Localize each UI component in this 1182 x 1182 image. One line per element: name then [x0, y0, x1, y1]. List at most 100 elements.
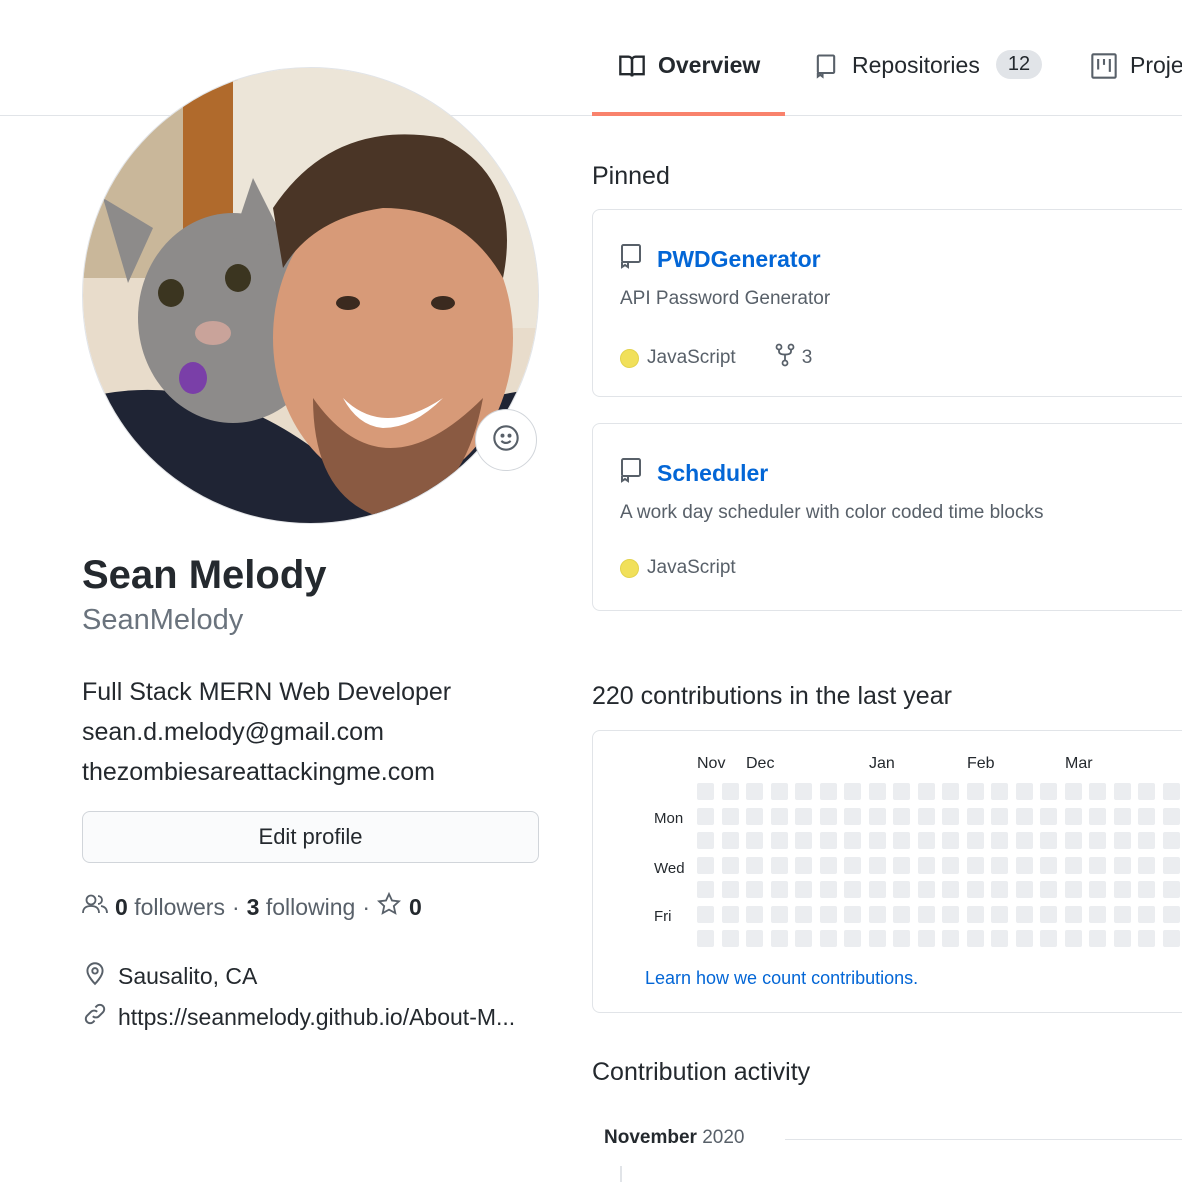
contribution-day-cell[interactable]: [1162, 783, 1180, 800]
contribution-day-cell[interactable]: [1064, 930, 1082, 947]
contribution-day-cell[interactable]: [991, 783, 1008, 800]
pinned-repo-link[interactable]: PWDGenerator: [619, 242, 821, 276]
contribution-day-cell[interactable]: [893, 832, 910, 849]
contribution-day-cell[interactable]: [721, 856, 739, 874]
contribution-day-cell[interactable]: [1064, 881, 1082, 898]
contribution-day-cell[interactable]: [1138, 856, 1155, 874]
contribution-day-cell[interactable]: [1089, 930, 1106, 947]
contribution-day-cell[interactable]: [844, 783, 861, 800]
contribution-day-cell[interactable]: [697, 832, 714, 849]
contribution-day-cell[interactable]: [844, 881, 861, 898]
contribution-day-cell[interactable]: [1040, 807, 1057, 825]
stars-link[interactable]: 0: [376, 891, 422, 922]
contribution-day-cell[interactable]: [844, 905, 861, 923]
contribution-day-cell[interactable]: [1113, 783, 1131, 800]
contribution-day-cell[interactable]: [868, 783, 886, 800]
contribution-day-cell[interactable]: [819, 832, 837, 849]
contribution-day-cell[interactable]: [1015, 832, 1033, 849]
contribution-day-cell[interactable]: [966, 905, 984, 923]
contribution-day-cell[interactable]: [770, 881, 788, 898]
tab-repositories[interactable]: Repositories 12: [812, 50, 1043, 116]
contribution-day-cell[interactable]: [868, 905, 886, 923]
contribution-day-cell[interactable]: [893, 905, 910, 923]
contribution-day-cell[interactable]: [746, 856, 763, 874]
contribution-day-cell[interactable]: [844, 832, 861, 849]
contribution-day-cell[interactable]: [1113, 905, 1131, 923]
contribution-day-cell[interactable]: [819, 783, 837, 800]
contribution-day-cell[interactable]: [917, 881, 935, 898]
contribution-day-cell[interactable]: [991, 905, 1008, 923]
contribution-day-cell[interactable]: [966, 881, 984, 898]
contribution-day-cell[interactable]: [746, 905, 763, 923]
contribution-day-cell[interactable]: [1089, 905, 1106, 923]
contribution-day-cell[interactable]: [746, 807, 763, 825]
contribution-day-cell[interactable]: [721, 807, 739, 825]
contribution-day-cell[interactable]: [868, 807, 886, 825]
following-link[interactable]: 3 following: [247, 894, 356, 921]
contribution-day-cell[interactable]: [966, 832, 984, 849]
contribution-day-cell[interactable]: [1015, 856, 1033, 874]
contribution-day-cell[interactable]: [697, 881, 714, 898]
contribution-day-cell[interactable]: [795, 783, 812, 800]
contribution-day-cell[interactable]: [819, 930, 837, 947]
contribution-day-cell[interactable]: [893, 881, 910, 898]
contribution-day-cell[interactable]: [1138, 807, 1155, 825]
contribution-day-cell[interactable]: [1089, 783, 1106, 800]
contribution-day-cell[interactable]: [1162, 881, 1180, 898]
contribution-day-cell[interactable]: [721, 905, 739, 923]
contribution-day-cell[interactable]: [1138, 832, 1155, 849]
contribution-day-cell[interactable]: [795, 881, 812, 898]
contribution-day-cell[interactable]: [917, 783, 935, 800]
contribution-day-cell[interactable]: [721, 881, 739, 898]
contribution-day-cell[interactable]: [942, 807, 959, 825]
contribution-day-cell[interactable]: [1138, 930, 1155, 947]
contribution-day-cell[interactable]: [1113, 807, 1131, 825]
contribution-day-cell[interactable]: [746, 783, 763, 800]
contribution-day-cell[interactable]: [942, 905, 959, 923]
contribution-day-cell[interactable]: [1040, 905, 1057, 923]
website-link[interactable]: https://seanmelody.github.io/About-M...: [118, 1004, 515, 1031]
pinned-repo-link[interactable]: Scheduler: [619, 456, 768, 490]
contribution-day-cell[interactable]: [1064, 856, 1082, 874]
contribution-day-cell[interactable]: [1015, 783, 1033, 800]
contribution-day-cell[interactable]: [966, 930, 984, 947]
set-status-button[interactable]: [475, 409, 537, 471]
contribution-day-cell[interactable]: [1162, 905, 1180, 923]
contribution-day-cell[interactable]: [1089, 856, 1106, 874]
contribution-day-cell[interactable]: [819, 881, 837, 898]
contribution-day-cell[interactable]: [917, 930, 935, 947]
contribution-day-cell[interactable]: [746, 832, 763, 849]
contribution-day-cell[interactable]: [1162, 807, 1180, 825]
contribution-day-cell[interactable]: [1064, 783, 1082, 800]
contribution-day-cell[interactable]: [991, 930, 1008, 947]
contribution-day-cell[interactable]: [1015, 930, 1033, 947]
contribution-day-cell[interactable]: [1138, 881, 1155, 898]
contribution-day-cell[interactable]: [770, 783, 788, 800]
tab-overview[interactable]: Overview: [618, 52, 760, 116]
contribution-day-cell[interactable]: [991, 881, 1008, 898]
contribution-day-cell[interactable]: [942, 881, 959, 898]
contribution-day-cell[interactable]: [746, 881, 763, 898]
contribution-day-cell[interactable]: [697, 905, 714, 923]
contribution-day-cell[interactable]: [893, 783, 910, 800]
contribution-day-cell[interactable]: [844, 807, 861, 825]
contribution-day-cell[interactable]: [746, 930, 763, 947]
contribution-day-cell[interactable]: [1162, 930, 1180, 947]
contribution-day-cell[interactable]: [770, 832, 788, 849]
contribution-day-cell[interactable]: [1040, 881, 1057, 898]
contribution-day-cell[interactable]: [795, 930, 812, 947]
contribution-day-cell[interactable]: [1015, 881, 1033, 898]
contribution-day-cell[interactable]: [697, 856, 714, 874]
contribution-day-cell[interactable]: [1162, 856, 1180, 874]
contribution-day-cell[interactable]: [1113, 930, 1131, 947]
forks-link[interactable]: 3: [774, 343, 812, 373]
contribution-day-cell[interactable]: [893, 807, 910, 825]
contribution-day-cell[interactable]: [1064, 832, 1082, 849]
contribution-day-cell[interactable]: [795, 807, 812, 825]
contribution-day-cell[interactable]: [991, 807, 1008, 825]
contribution-day-cell[interactable]: [1113, 856, 1131, 874]
contribution-day-cell[interactable]: [991, 832, 1008, 849]
contribution-day-cell[interactable]: [819, 856, 837, 874]
contribution-day-cell[interactable]: [1113, 832, 1131, 849]
contribution-day-cell[interactable]: [697, 807, 714, 825]
